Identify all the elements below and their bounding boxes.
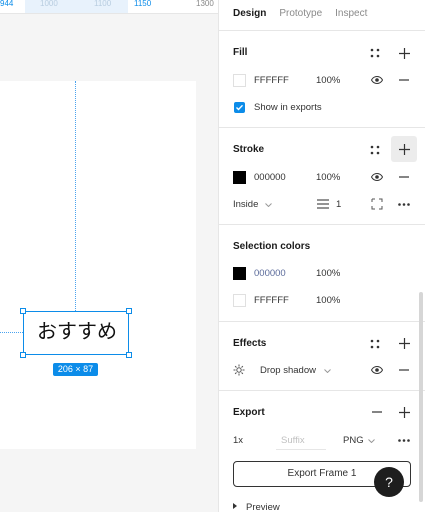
size-badge: 206 × 87 — [53, 363, 98, 376]
add-stroke-icon[interactable] — [396, 141, 412, 157]
properties-panel: Design Prototype Inspect Fill FFFFFF 100… — [218, 0, 425, 512]
chevron-down-icon[interactable] — [319, 363, 335, 379]
stroke-color-swatch[interactable] — [233, 171, 246, 184]
effect-settings-sun-icon[interactable] — [231, 362, 247, 378]
export-suffix-input[interactable]: Suffix — [281, 435, 305, 446]
resize-handle-bottom-right[interactable] — [126, 352, 132, 358]
add-effect-icon[interactable] — [396, 335, 412, 351]
stroke-opacity-value[interactable]: 100% — [316, 172, 340, 183]
effects-section-title: Effects — [233, 338, 267, 349]
resize-handle-top-left[interactable] — [20, 308, 26, 314]
export-scale-value[interactable]: 1x — [233, 435, 243, 446]
stroke-section-title: Stroke — [233, 144, 265, 155]
selection-color-opacity[interactable]: 100% — [316, 295, 340, 306]
divider — [219, 321, 425, 322]
styles-grid-icon[interactable] — [367, 336, 383, 352]
preview-toggle[interactable]: Preview — [246, 502, 280, 512]
show-in-exports-checkbox[interactable] — [234, 102, 245, 113]
selection-color-hex[interactable]: FFFFFF — [254, 295, 289, 306]
eye-icon[interactable] — [369, 72, 385, 88]
more-options-icon[interactable] — [396, 432, 412, 448]
selection-color-swatch[interactable] — [233, 267, 246, 280]
ruler-mark: 1100 — [94, 0, 112, 8]
ruler-mark: 1300 — [196, 0, 214, 8]
ruler-mark: 1150 — [134, 0, 152, 8]
selection-colors-title: Selection colors — [233, 241, 311, 252]
export-format-select[interactable]: PNG — [343, 435, 364, 446]
remove-export-icon[interactable] — [369, 404, 385, 420]
preview-caret-icon[interactable] — [233, 503, 237, 509]
styles-grid-icon[interactable] — [367, 45, 383, 61]
remove-fill-icon[interactable] — [396, 72, 412, 88]
stroke-hex-value[interactable]: 000000 — [254, 172, 286, 183]
horizontal-guide-line — [0, 332, 23, 333]
individual-strokes-icon[interactable] — [369, 196, 385, 212]
divider — [219, 127, 425, 128]
divider — [219, 224, 425, 225]
ruler-mark: 944 — [0, 0, 14, 8]
show-in-exports-label: Show in exports — [254, 102, 322, 113]
panel-scrollbar[interactable] — [419, 292, 423, 502]
text-layer-content: おすすめ — [37, 319, 117, 343]
add-export-icon[interactable] — [396, 404, 412, 420]
help-button[interactable]: ? — [374, 467, 404, 497]
suffix-input-underline — [276, 449, 326, 450]
panel-tabs: Design Prototype Inspect — [233, 8, 367, 19]
styles-grid-icon[interactable] — [367, 142, 383, 158]
selection-color-opacity[interactable]: 100% — [316, 268, 340, 279]
resize-handle-top-right[interactable] — [126, 308, 132, 314]
tab-prototype[interactable]: Prototype — [279, 8, 322, 19]
horizontal-ruler: 944 1000 1100 1150 1300 — [0, 0, 218, 14]
canvas[interactable]: 944 1000 1100 1150 1300 おすすめ 206 × 87 — [0, 0, 218, 512]
effect-type-select[interactable]: Drop shadow — [260, 365, 316, 376]
stroke-weight-icon — [315, 196, 331, 212]
stroke-position-select[interactable]: Inside — [233, 199, 258, 210]
fill-color-swatch[interactable] — [233, 74, 246, 87]
tab-inspect[interactable]: Inspect — [335, 8, 367, 19]
eye-icon[interactable] — [369, 362, 385, 378]
selected-text-layer[interactable]: おすすめ — [23, 311, 129, 355]
remove-effect-icon[interactable] — [396, 362, 412, 378]
eye-icon[interactable] — [369, 169, 385, 185]
selection-color-hex[interactable]: 000000 — [254, 268, 286, 279]
fill-opacity-value[interactable]: 100% — [316, 75, 340, 86]
vertical-guide-line — [75, 81, 76, 311]
fill-hex-value[interactable]: FFFFFF — [254, 75, 289, 86]
chevron-down-icon[interactable] — [260, 197, 276, 213]
remove-stroke-icon[interactable] — [396, 169, 412, 185]
stroke-weight-value[interactable]: 1 — [336, 199, 341, 210]
add-fill-icon[interactable] — [396, 45, 412, 61]
resize-handle-bottom-left[interactable] — [20, 352, 26, 358]
tab-design[interactable]: Design — [233, 8, 266, 19]
frame-1[interactable] — [0, 81, 196, 449]
divider — [219, 390, 425, 391]
more-options-icon[interactable] — [396, 196, 412, 212]
selection-color-swatch[interactable] — [233, 294, 246, 307]
fill-section-title: Fill — [233, 47, 248, 58]
ruler-mark: 1000 — [40, 0, 58, 8]
chevron-down-icon[interactable] — [363, 433, 379, 449]
export-section-title: Export — [233, 407, 265, 418]
divider — [219, 30, 425, 31]
